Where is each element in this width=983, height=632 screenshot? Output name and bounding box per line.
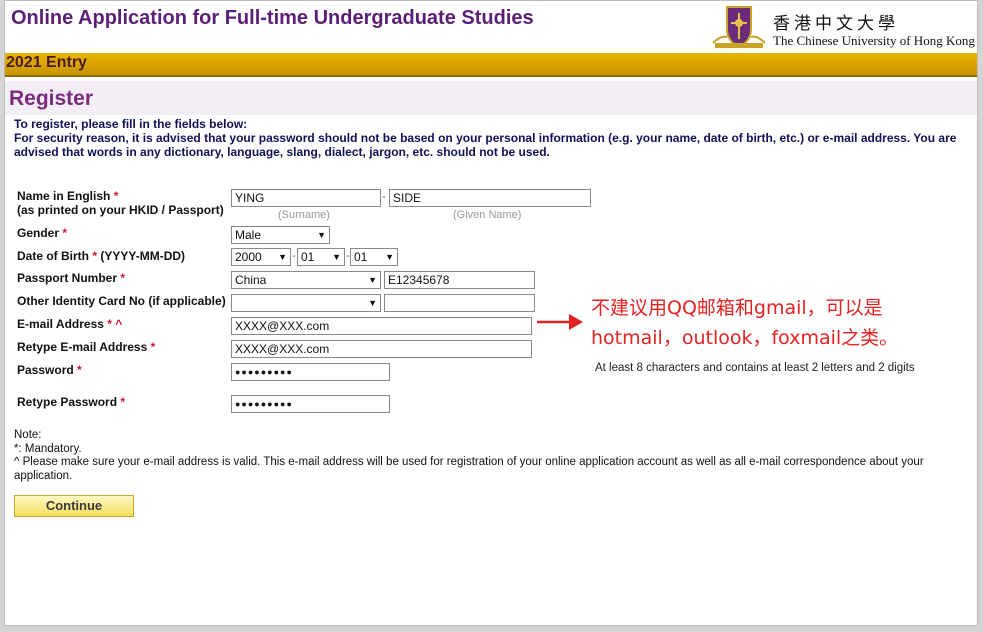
required-mark: *	[113, 189, 119, 203]
other-id-number-input[interactable]	[384, 294, 535, 312]
page: Online Application for Full-time Undergr…	[4, 0, 978, 626]
chevron-down-icon: ▼	[385, 252, 394, 262]
register-intro: To register, please fill in the fields b…	[14, 117, 964, 159]
university-crest-icon	[712, 6, 766, 49]
chevron-down-icon: ▼	[368, 275, 377, 285]
other-id-type-select[interactable]: ▼	[231, 294, 381, 312]
password-input[interactable]: ●●●●●●●●●	[231, 363, 390, 381]
chevron-down-icon: ▼	[368, 298, 377, 308]
security-advice: For security reason, it is advised that …	[14, 131, 957, 159]
retype-password-label: Retype Password *	[17, 395, 126, 409]
red-arrow-icon	[537, 314, 583, 330]
gender-label: Gender *	[17, 226, 68, 240]
university-logo: 香港中文大學 The Chinese University of Hong Ko…	[707, 3, 979, 53]
chevron-down-icon: ▼	[278, 252, 287, 262]
annotation-line: hotmail，outlook，foxmail之类。	[591, 327, 899, 349]
notes: Note: *: Mandatory. ^ Please make sure y…	[14, 429, 969, 483]
retype-password-input[interactable]: ●●●●●●●●●	[231, 395, 390, 413]
intro-line: To register, please fill in the fields b…	[14, 117, 248, 131]
surname-input[interactable]: YING	[231, 189, 381, 207]
retype-email-input[interactable]: XXXX@XXX.com	[231, 340, 532, 358]
note-title: Note:	[14, 429, 42, 441]
dob-year-select[interactable]: 2000 ▼	[231, 248, 291, 266]
annotation-line: 不建议用QQ邮箱和gmail，可以是	[591, 297, 883, 319]
logo-chinese-name: 香港中文大學	[773, 14, 899, 34]
page-header-title: Online Application for Full-time Undergr…	[11, 7, 534, 29]
dob-label: Date of Birth * (YYYY-MM-DD)	[17, 249, 186, 263]
chevron-down-icon: ▼	[317, 230, 326, 240]
dob-day-select[interactable]: 01 ▼	[350, 248, 398, 266]
note-mandatory: *: Mandatory.	[14, 442, 82, 455]
email-validity-mark: ^	[115, 317, 123, 331]
gender-select[interactable]: Male ▼	[231, 226, 330, 244]
passport-country-select[interactable]: China ▼	[231, 271, 381, 289]
entry-year: 2021 Entry	[6, 54, 87, 71]
entry-bar: 2021 Entry	[5, 53, 977, 77]
register-title: Register	[9, 87, 94, 110]
other-id-label: Other Identity Card No (if applicable)	[17, 294, 226, 308]
given-name-input[interactable]: SIDE	[389, 189, 591, 207]
retype-email-label: Retype E-mail Address *	[17, 340, 156, 354]
name-separator: -	[382, 191, 386, 203]
logo-english-name: The Chinese University of Hong Kong	[773, 33, 975, 48]
continue-button[interactable]: Continue	[14, 495, 134, 517]
password-requirement-hint: At least 8 characters and contains at le…	[595, 362, 915, 374]
email-input[interactable]: XXXX@XXX.com	[231, 317, 532, 335]
dob-month-select[interactable]: 01 ▼	[297, 248, 345, 266]
password-label: Password *	[17, 363, 82, 377]
name-label: Name in English * (as printed on your HK…	[17, 189, 224, 217]
surname-hint: (Surname)	[278, 209, 330, 221]
date-separator: -	[292, 250, 296, 262]
note-email: ^ Please make sure your e-mail address i…	[14, 456, 924, 482]
register-bar: Register	[5, 81, 977, 115]
chevron-down-icon: ▼	[332, 252, 341, 262]
passport-number-input[interactable]: E12345678	[384, 271, 535, 289]
annotation-text: 不建议用QQ邮箱和gmail，可以是 hotmail，outlook，foxma…	[591, 293, 898, 353]
passport-label: Passport Number *	[17, 271, 126, 285]
email-label: E-mail Address * ^	[17, 317, 123, 331]
given-name-hint: (Given Name)	[453, 209, 522, 221]
